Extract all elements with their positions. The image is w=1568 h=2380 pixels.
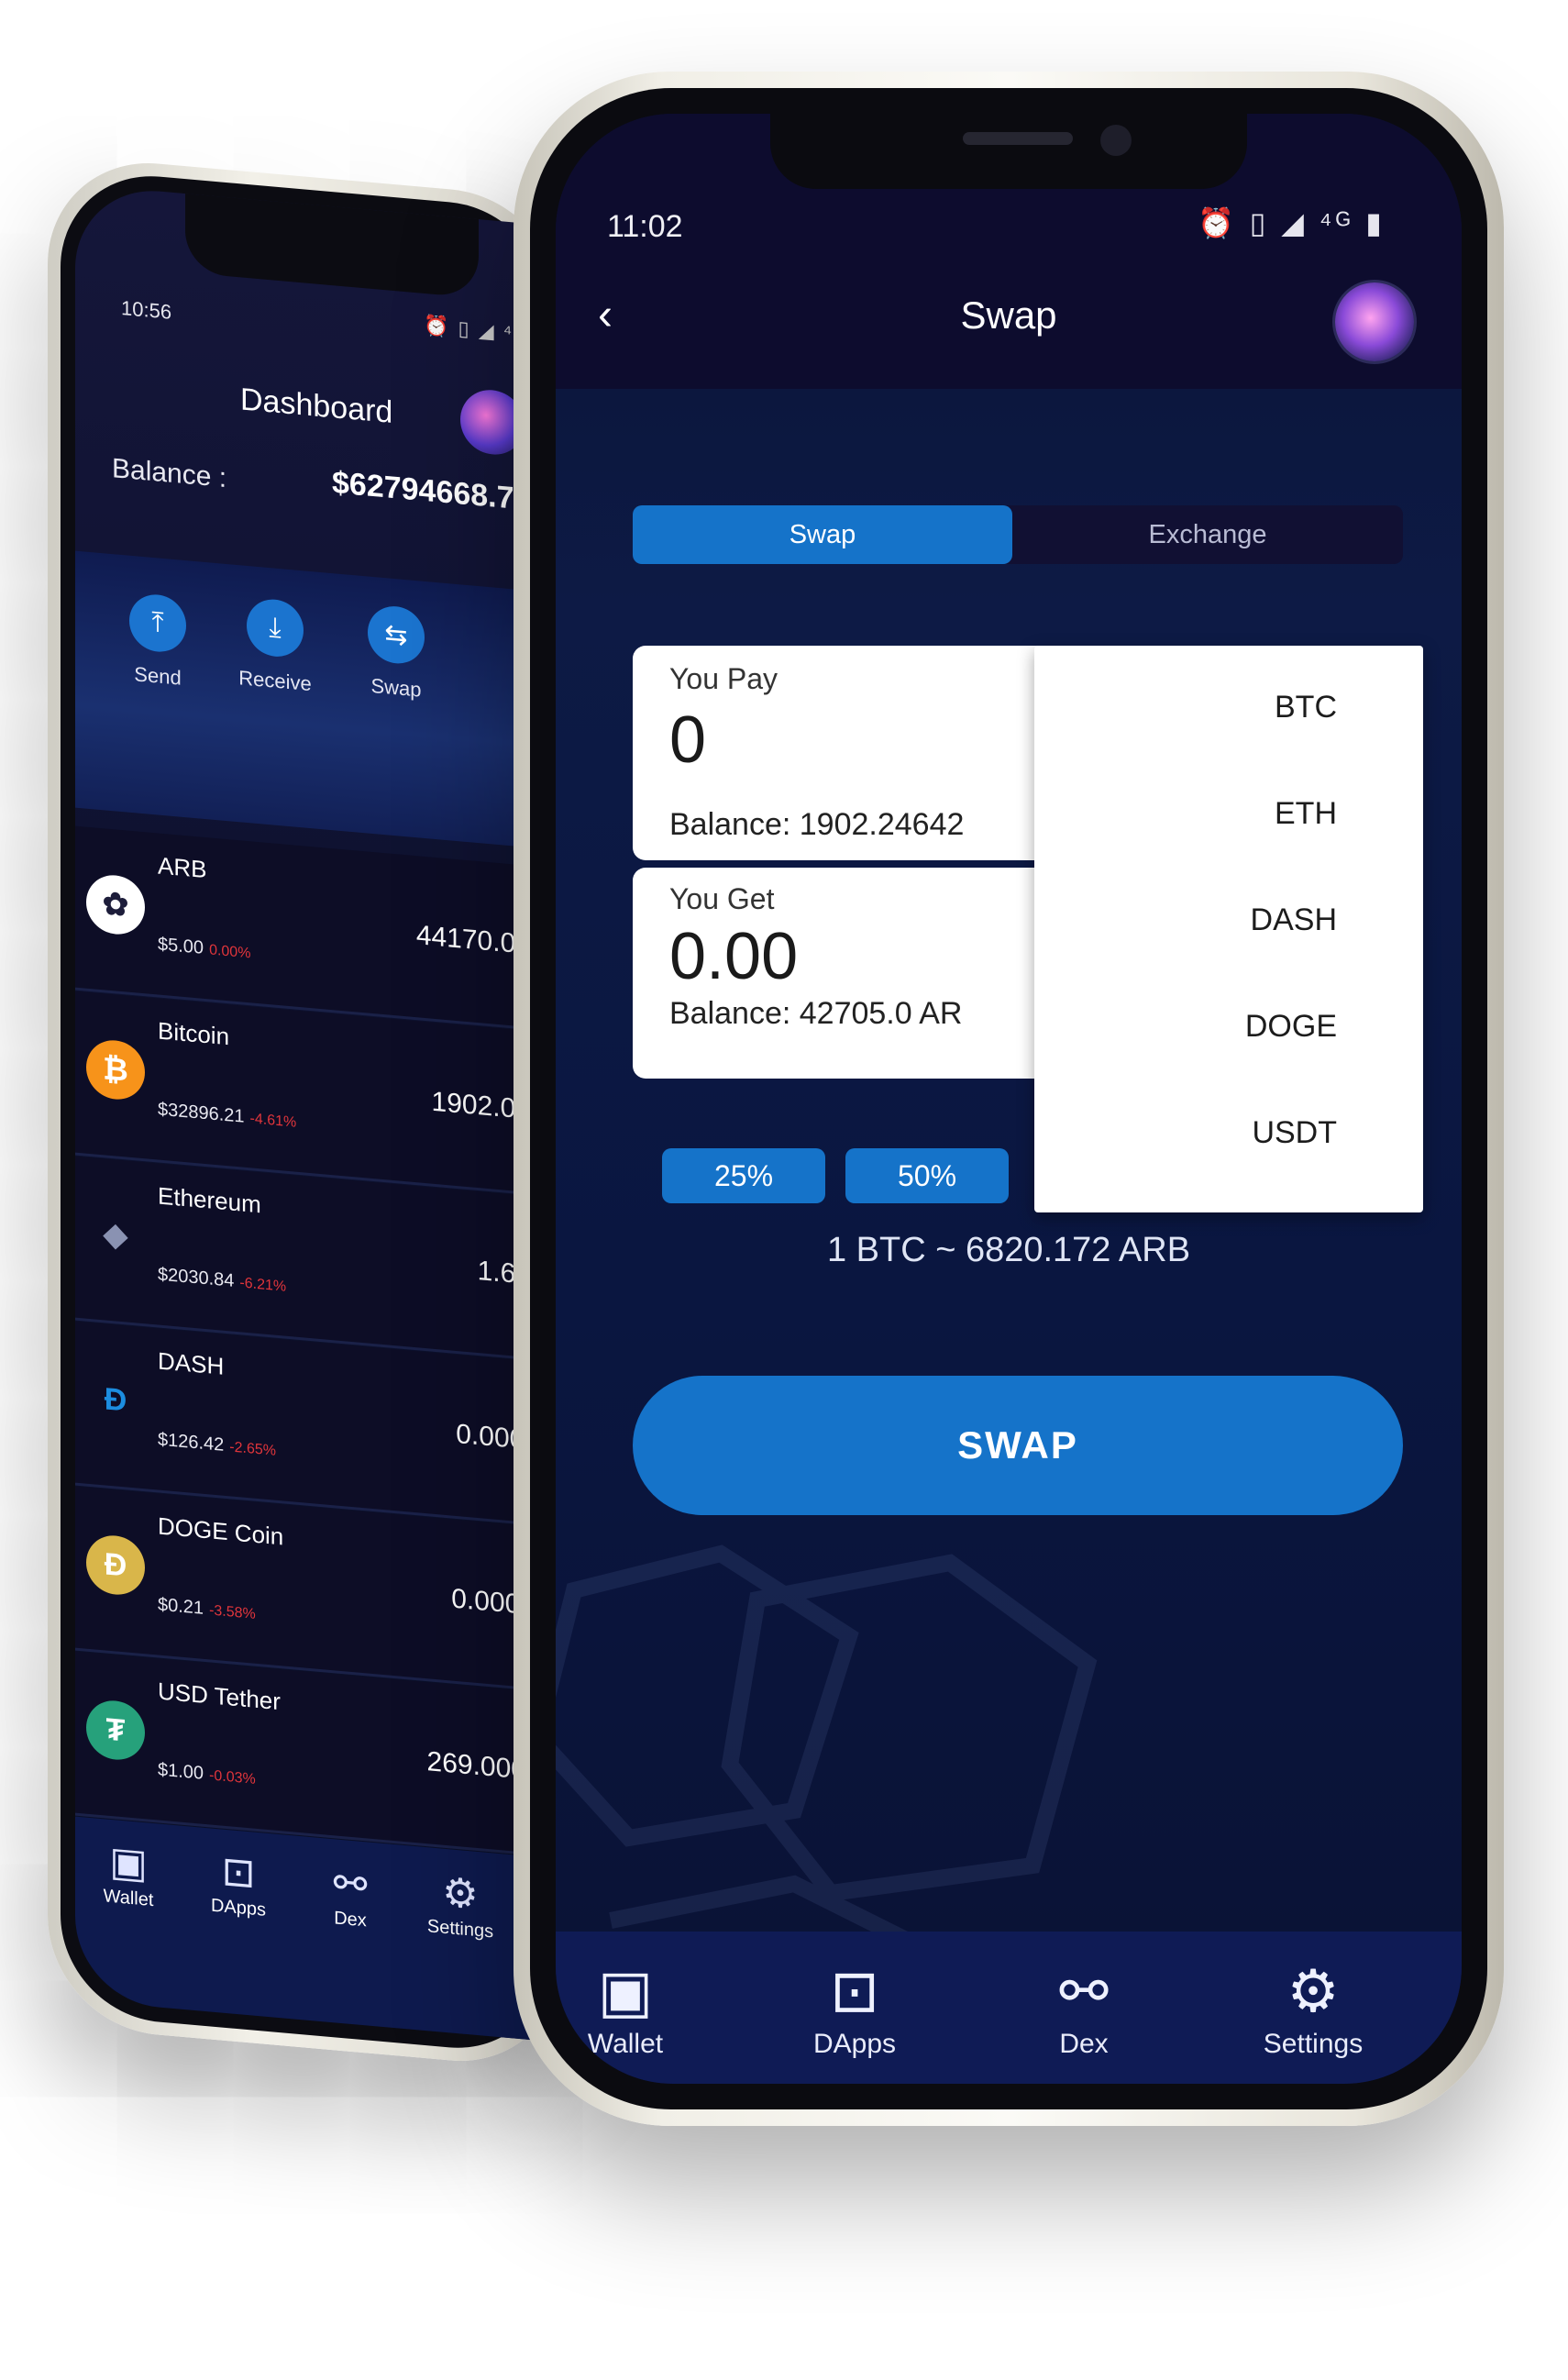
coins-exchange-icon: ⚯ (1059, 1958, 1109, 2024)
nav-dapps[interactable]: ⊡ DApps (193, 1845, 284, 1923)
chip-icon: ⊡ (221, 1848, 256, 1897)
status-time: 11:02 (607, 209, 683, 244)
coins-swap-icon: ⇆ (368, 603, 425, 666)
nav-wallet[interactable]: ▣ Wallet (556, 1959, 708, 2060)
nav-dex[interactable]: ⚯ Dex (304, 1856, 396, 1934)
exchange-rate: 1 BTC ~ 6820.172 ARB (826, 1231, 1191, 1269)
dashboard-phone: 10:56 ⏰ ▯ ◢ ⁴ᴳ ▮ Dashboard Balance : $62… (48, 154, 561, 2070)
ethereum-logo-icon: ◆ (103, 1216, 128, 1254)
nav-label: Settings (1263, 2029, 1364, 2059)
coin-change: -2.65% (229, 1439, 276, 1459)
speaker-grille (963, 132, 1073, 145)
dropdown-option-eth[interactable]: ETH (1034, 796, 1337, 832)
you-pay-balance: Balance: 1902.24642 (669, 807, 965, 842)
you-pay-input[interactable]: 0 (669, 703, 706, 778)
percent-50-button[interactable]: 50% (845, 1148, 1009, 1203)
upload-arrow-icon: ⤒ (129, 592, 186, 655)
balance-label: Balance : (112, 453, 227, 494)
page-title: Dashboard (240, 382, 393, 430)
nav-dapps[interactable]: ⊡ DApps (772, 1959, 937, 2060)
coin-price-value: $2030.84 (158, 1264, 235, 1291)
you-get-balance: Balance: 42705.0 AR (669, 996, 963, 1031)
coin-price-value: $126.42 (158, 1429, 225, 1456)
send-label: Send (134, 662, 182, 690)
chip-icon: ⊡ (830, 1958, 879, 2024)
coin-name: Bitcoin (158, 1016, 230, 1051)
coin-price-value: $32896.21 (158, 1099, 245, 1127)
dashboard-screen: 10:56 ⏰ ▯ ◢ ⁴ᴳ ▮ Dashboard Balance : $62… (75, 183, 561, 2042)
coins-exchange-icon: ⚯ (333, 1860, 368, 1909)
wallet-icon: ▣ (597, 1958, 654, 2024)
coin-price: $1.00 -0.03% (158, 1759, 256, 1788)
dash-logo-icon: Đ (104, 1380, 127, 1419)
receive-button[interactable]: ⤓ Receive (229, 595, 321, 697)
coin-change: -4.61% (249, 1111, 297, 1131)
coin-price: $0.21 -3.58% (158, 1594, 256, 1623)
tab-bar: Swap Exchange (633, 505, 1403, 564)
you-pay-label: You Pay (669, 662, 778, 695)
page-title: Swap (960, 293, 1057, 337)
gear-icon: ⚙ (1286, 1958, 1340, 2024)
avatar[interactable] (1335, 282, 1414, 361)
doge-logo-icon: Ð (86, 1533, 145, 1598)
phone-notch (770, 114, 1247, 189)
coin-price-value: $0.21 (158, 1594, 204, 1619)
coin-price-value: $1.00 (158, 1759, 204, 1784)
coin-change: -3.58% (209, 1602, 256, 1622)
nav-label: DApps (812, 2029, 897, 2059)
receive-label: Receive (238, 666, 312, 696)
camera-icon (1100, 125, 1132, 156)
nav-dex[interactable]: ⚯ Dex (1001, 1959, 1166, 2060)
coin-name: ARB (158, 851, 207, 884)
send-button[interactable]: ⤒ Send (112, 591, 204, 692)
tab-swap[interactable]: Swap (633, 505, 1012, 564)
coin-name: USD Tether (158, 1677, 281, 1716)
dropdown-option-btc[interactable]: BTC (1034, 690, 1337, 725)
you-get-value: 0.00 (669, 920, 799, 993)
swap-button[interactable]: SWAP (633, 1376, 1403, 1515)
nav-label: Dex (1059, 2029, 1109, 2059)
gear-icon: ⚙ (442, 1869, 479, 1919)
tether-logo-icon: ₮ (86, 1698, 145, 1763)
swap-action-button[interactable]: ⇆ Swap (350, 603, 442, 704)
nav-settings[interactable]: ⚙ Settings (1231, 1959, 1396, 2060)
dropdown-option-doge[interactable]: DOGE (1034, 1009, 1337, 1045)
you-get-label: You Get (669, 882, 775, 915)
coin-price: $5.00 0.00% (158, 934, 250, 963)
coin-name: DOGE Coin (158, 1511, 284, 1551)
swap-phone: 11:02 ⏰ ▯ ◢ ⁴ᴳ ▮ ‹ Swap Swap Exchange Yo… (513, 72, 1504, 2126)
coin-name: Ethereum (158, 1181, 261, 1219)
coin-price-value: $5.00 (158, 934, 204, 958)
arb-logo-icon: ✿ (86, 872, 145, 937)
swap-label: Swap (370, 673, 422, 702)
nav-label: Wallet (587, 2029, 664, 2059)
swap-screen: 11:02 ⏰ ▯ ◢ ⁴ᴳ ▮ ‹ Swap Swap Exchange Yo… (556, 114, 1462, 2084)
nav-settings[interactable]: ⚙ Settings (414, 1866, 506, 1944)
download-arrow-icon: ⤓ (247, 596, 304, 659)
quick-actions-panel: ⤒ Send ⤓ Receive ⇆ Swap (75, 550, 561, 857)
nav-wallet[interactable]: ▣ Wallet (83, 1835, 174, 1913)
dropdown-option-usdt[interactable]: USDT (1034, 1115, 1337, 1151)
coin-change: -6.21% (239, 1275, 287, 1295)
dropdown-option-dash[interactable]: DASH (1034, 902, 1337, 938)
wallet-icon: ▣ (109, 1838, 148, 1887)
currency-dropdown: BTC ETH DASH DOGE USDT (1034, 646, 1423, 1212)
tab-exchange[interactable]: Exchange (1012, 505, 1403, 564)
coin-price: $126.42 -2.65% (158, 1429, 276, 1460)
coin-change: 0.00% (209, 942, 251, 962)
coin-price: $32896.21 -4.61% (158, 1099, 296, 1132)
coin-price: $2030.84 -6.21% (158, 1264, 286, 1296)
percent-25-button[interactable]: 25% (662, 1148, 825, 1203)
coin-change: -0.03% (209, 1767, 256, 1788)
status-time: 10:56 (121, 295, 172, 324)
status-icons: ⏰ ▯ ◢ ⁴ᴳ ▮ (1198, 206, 1386, 239)
coin-name: DASH (158, 1346, 225, 1380)
bitcoin-logo-icon: ₿ (86, 1037, 145, 1102)
